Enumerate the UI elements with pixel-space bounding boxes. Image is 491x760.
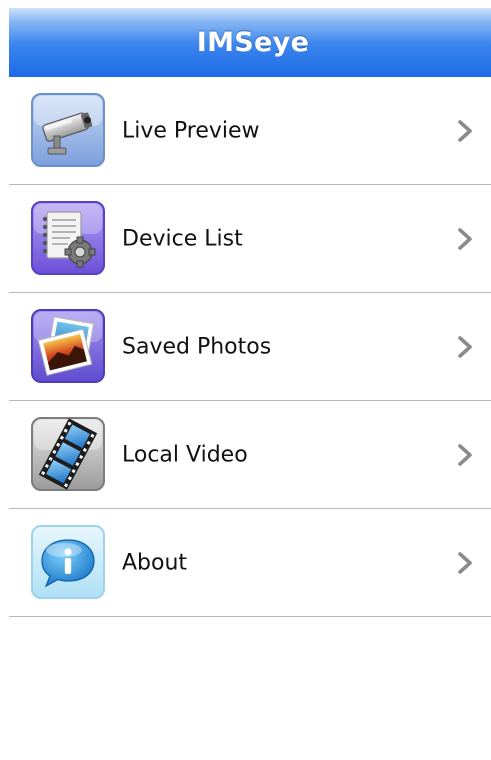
chevron-right-icon [457, 227, 473, 251]
photos-icon [30, 308, 106, 384]
security-camera-icon [30, 92, 106, 168]
chevron-right-icon [457, 551, 473, 575]
menu-item-about[interactable]: About [9, 509, 491, 617]
menu-item-device-list[interactable]: Device List [9, 185, 491, 293]
app-title: IMSeye [196, 27, 310, 58]
menu-item-label: Saved Photos [122, 334, 272, 359]
chevron-right-icon [457, 443, 473, 467]
menu-item-label: About [122, 550, 188, 575]
menu-item-label: Live Preview [122, 118, 260, 143]
title-bar: IMSeye [9, 8, 491, 77]
menu-item-local-video[interactable]: Local Video [9, 401, 491, 509]
menu-item-saved-photos[interactable]: Saved Photos [9, 293, 491, 401]
menu-item-live-preview[interactable]: Live Preview [9, 77, 491, 185]
menu-item-label: Device List [122, 226, 243, 251]
menu-item-label: Local Video [122, 442, 248, 467]
chevron-right-icon [457, 119, 473, 143]
main-menu: Live Preview Device List Saved Photos Lo… [9, 77, 491, 617]
device-list-settings-icon [30, 200, 106, 276]
info-bubble-icon [30, 524, 106, 600]
chevron-right-icon [457, 335, 473, 359]
film-strip-icon [30, 416, 106, 492]
